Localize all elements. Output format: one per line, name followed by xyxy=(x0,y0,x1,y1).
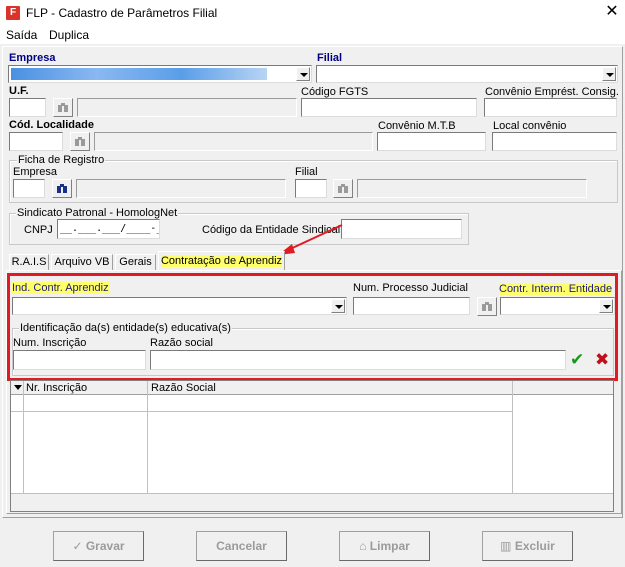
gravar-label: Gravar xyxy=(85,539,125,553)
data-grid[interactable]: Nr. Inscrição Razão Social xyxy=(10,380,614,512)
check-icon: ✓ xyxy=(72,539,83,553)
column-divider xyxy=(147,381,148,493)
tab-rais[interactable]: R.A.I.S xyxy=(9,254,49,270)
row-indicator-icon xyxy=(14,385,22,390)
convenio-mtb-input[interactable] xyxy=(377,132,486,151)
binoculars-icon[interactable] xyxy=(53,98,73,117)
column-header-nr-inscricao[interactable]: Nr. Inscrição xyxy=(26,382,87,394)
uf-input[interactable] xyxy=(9,98,46,117)
uf-label: U.F. xyxy=(9,85,29,97)
uf-description xyxy=(77,98,297,117)
tab-contratacao-aprendiz[interactable]: Contratação de Aprendiz xyxy=(158,251,285,270)
convenio-emprest-label: Convênio Emprést. Consig. xyxy=(485,86,619,98)
binoculars-icon[interactable] xyxy=(52,179,72,198)
column-divider xyxy=(512,381,513,493)
ficha-filial-description xyxy=(357,179,587,198)
codigo-fgts-label: Código FGTS xyxy=(301,86,369,98)
convenio-emprest-input[interactable] xyxy=(484,98,617,117)
cancelar-button[interactable]: Cancelar xyxy=(196,531,287,561)
filial-label: Filial xyxy=(317,52,343,64)
cod-localidade-label: Cód. Localidade xyxy=(9,119,94,131)
binoculars-icon[interactable] xyxy=(70,132,90,151)
local-convenio-label: Local convênio xyxy=(493,120,567,132)
trash-icon: ▥ xyxy=(500,539,512,553)
local-convenio-input[interactable] xyxy=(492,132,617,151)
empresa-select[interactable] xyxy=(8,65,312,83)
ficha-filial-label: Filial xyxy=(295,166,318,178)
gravar-button[interactable]: ✓ Gravar xyxy=(53,531,144,561)
excluir-button[interactable]: ▥ Excluir xyxy=(482,531,573,561)
ficha-empresa-label: Empresa xyxy=(13,166,58,178)
ficha-empresa-description xyxy=(76,179,286,198)
menu-saida[interactable]: Saída xyxy=(6,28,37,42)
codigo-entidade-input[interactable] xyxy=(341,219,462,239)
cod-localidade-description xyxy=(94,132,373,151)
chevron-down-icon[interactable] xyxy=(296,67,310,81)
row-divider xyxy=(11,411,513,412)
window-title: FLP - Cadastro de Parâmetros Filial xyxy=(26,6,218,20)
cnpj-input[interactable]: __.___.___/____-__ xyxy=(57,219,160,239)
menu-bar xyxy=(0,26,625,44)
convenio-mtb-label: Convênio M.T.B xyxy=(378,120,456,132)
ficha-filial-input[interactable] xyxy=(295,179,327,198)
limpar-label: Limpar xyxy=(369,539,410,553)
empresa-value-redacted xyxy=(11,68,267,80)
cod-localidade-input[interactable] xyxy=(9,132,63,151)
ficha-empresa-input[interactable] xyxy=(13,179,45,198)
codigo-fgts-input[interactable] xyxy=(301,98,477,117)
cnpj-label: CNPJ xyxy=(24,224,53,236)
column-header-razao-social[interactable]: Razão Social xyxy=(151,382,216,394)
annotation-highlight-box xyxy=(7,273,618,381)
broom-icon: ⌂ xyxy=(359,539,367,553)
close-icon[interactable]: ✕ xyxy=(600,1,624,23)
ficha-registro-title: Ficha de Registro xyxy=(17,154,106,166)
column-divider xyxy=(23,381,24,493)
chevron-down-icon[interactable] xyxy=(602,67,616,81)
horizontal-scrollbar[interactable] xyxy=(11,493,613,511)
tab-arquivo-vb[interactable]: Arquivo VB xyxy=(51,254,113,270)
binoculars-icon[interactable] xyxy=(333,179,353,198)
sindicato-title: Sindicato Patronal - HomologNet xyxy=(16,207,179,219)
tab-label: Contratação de Aprendiz xyxy=(160,255,283,267)
grid-header xyxy=(11,381,613,395)
app-icon: F xyxy=(6,6,20,20)
cancelar-label: Cancelar xyxy=(216,539,267,553)
excluir-label: Excluir xyxy=(514,539,555,553)
filial-select[interactable] xyxy=(316,65,618,83)
empresa-label: Empresa xyxy=(9,52,56,64)
limpar-button[interactable]: ⌂ Limpar xyxy=(339,531,430,561)
menu-duplica[interactable]: Duplica xyxy=(49,28,89,42)
tab-gerais[interactable]: Gerais xyxy=(115,254,156,270)
